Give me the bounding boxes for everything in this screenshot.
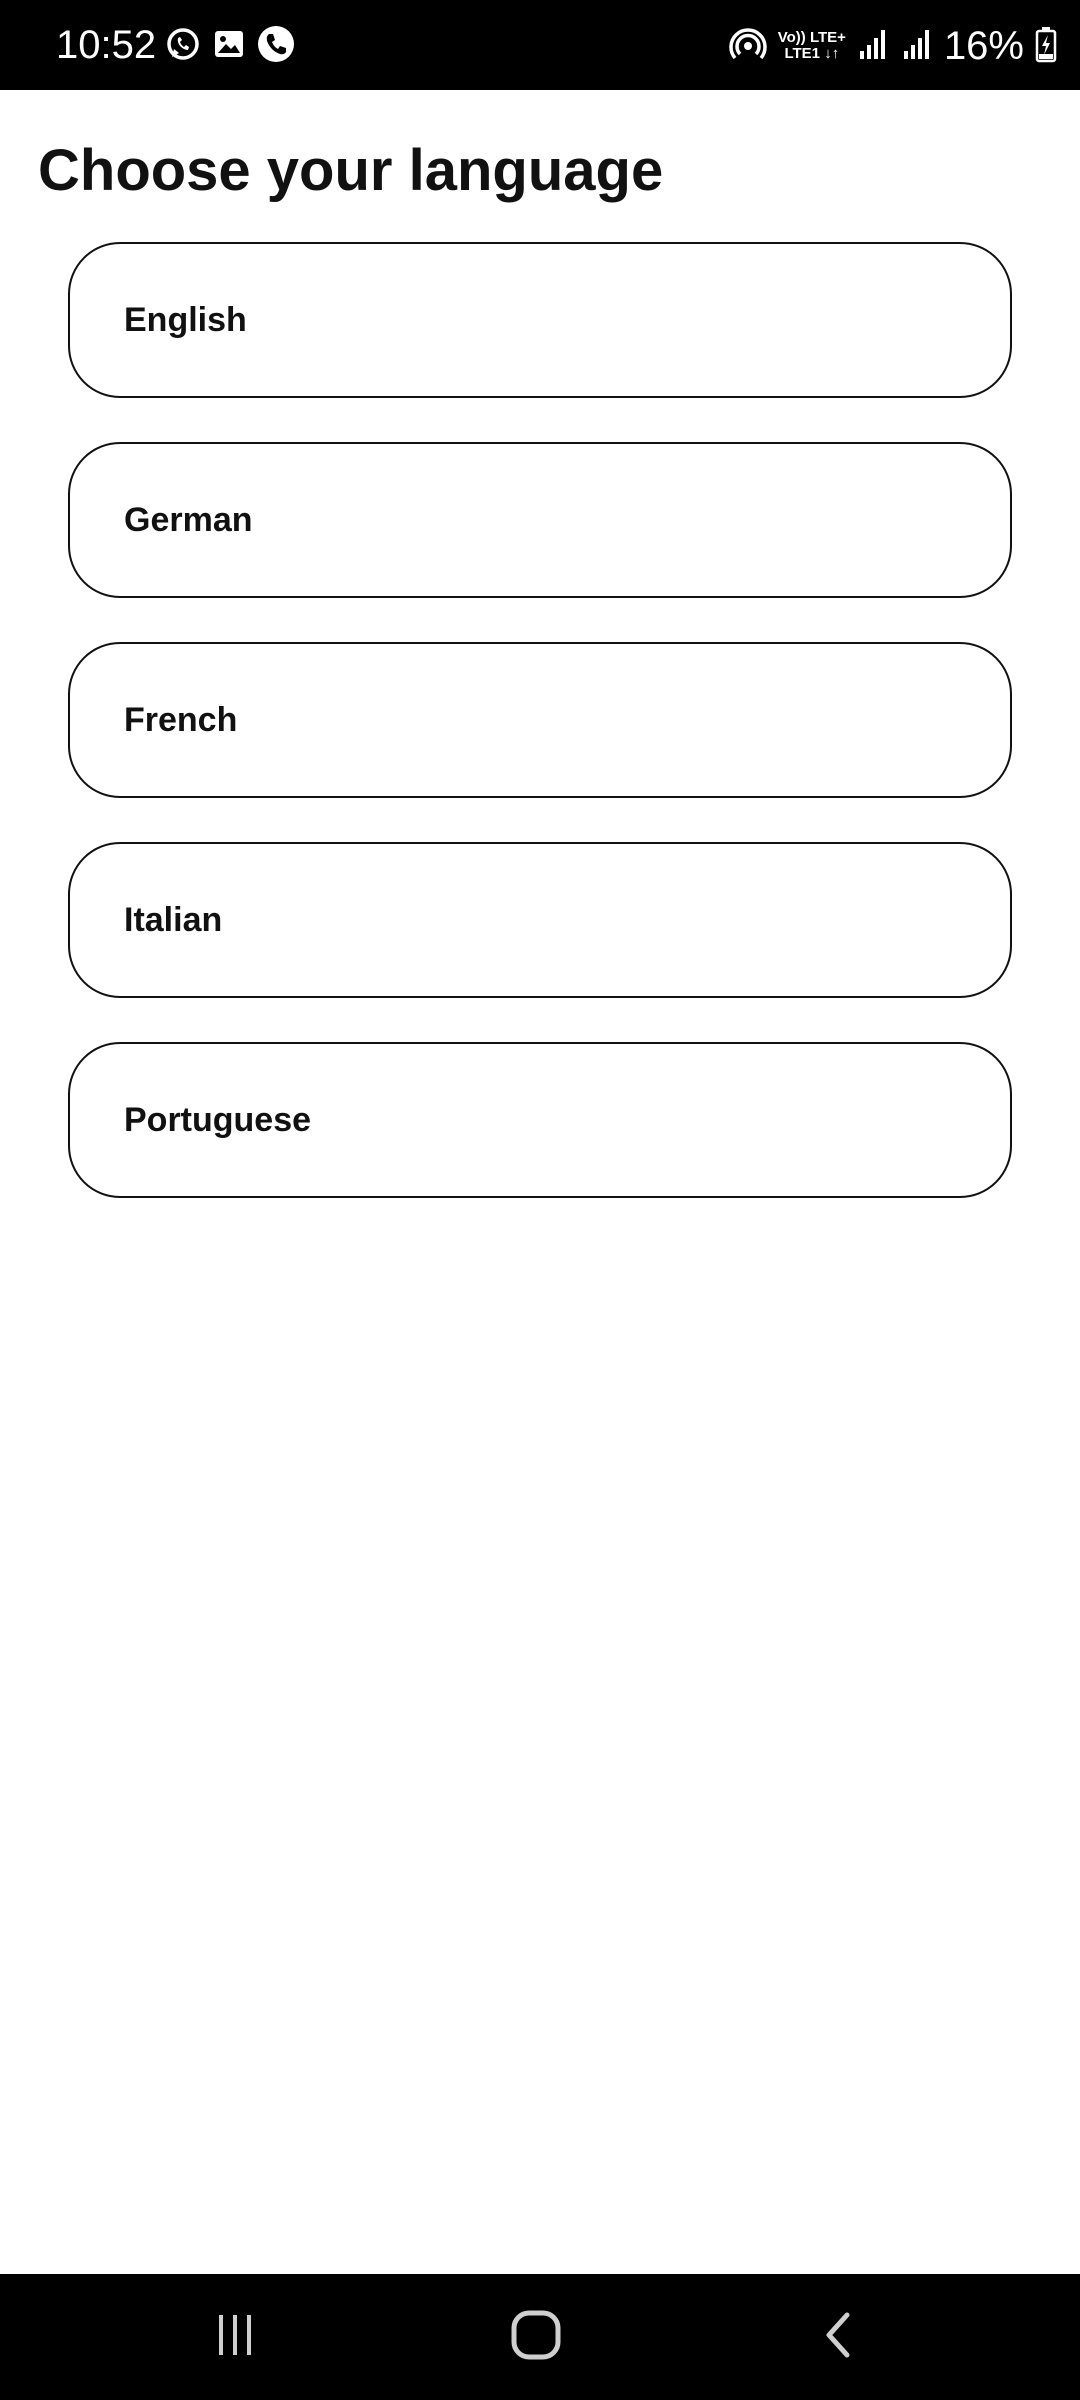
language-list: English German French Italian Portuguese	[68, 242, 1012, 1198]
whatsapp-icon	[164, 25, 202, 68]
battery-charging-icon	[1034, 25, 1058, 68]
language-label: Portuguese	[124, 1100, 312, 1139]
page-title: Choose your language	[38, 138, 664, 203]
recent-apps-icon	[210, 2310, 260, 2365]
home-icon	[508, 2307, 564, 2368]
language-option-italian[interactable]: Italian	[68, 842, 1012, 998]
recent-apps-button[interactable]	[190, 2302, 280, 2372]
network-type: Vo)) LTE+ LTE1 ↓↑	[778, 30, 846, 62]
language-label: Italian	[124, 900, 223, 939]
battery-percent: 16%	[943, 24, 1024, 68]
lte-plus-label: LTE+	[809, 29, 846, 46]
system-status-icons: Vo)) LTE+ LTE1 ↓↑ 16%	[728, 16, 1058, 76]
status-bar: 10:52 Vo)) LTE+ LTE1 ↓↑ 16%	[0, 0, 1080, 90]
signal-icon	[856, 27, 890, 66]
language-option-german[interactable]: German	[68, 442, 1012, 598]
language-option-french[interactable]: French	[68, 642, 1012, 798]
language-label: English	[124, 300, 247, 339]
language-label: French	[124, 700, 238, 739]
language-option-portuguese[interactable]: Portuguese	[68, 1042, 1012, 1198]
status-time: 10:52	[56, 23, 157, 67]
volte-label: Vo))	[777, 29, 806, 46]
data-arrows-icon: ↓↑	[824, 45, 840, 62]
phone-call-icon	[256, 24, 296, 69]
back-icon	[815, 2310, 865, 2365]
signal-icon	[900, 27, 934, 66]
back-button[interactable]	[795, 2302, 885, 2372]
home-button[interactable]	[491, 2302, 581, 2372]
navigation-bar	[0, 2274, 1080, 2400]
lte1-label: LTE1	[784, 45, 821, 62]
notification-icons	[164, 24, 296, 69]
hotspot-icon	[728, 24, 768, 69]
language-option-english[interactable]: English	[68, 242, 1012, 398]
gallery-icon	[210, 25, 248, 68]
language-label: German	[124, 500, 253, 539]
